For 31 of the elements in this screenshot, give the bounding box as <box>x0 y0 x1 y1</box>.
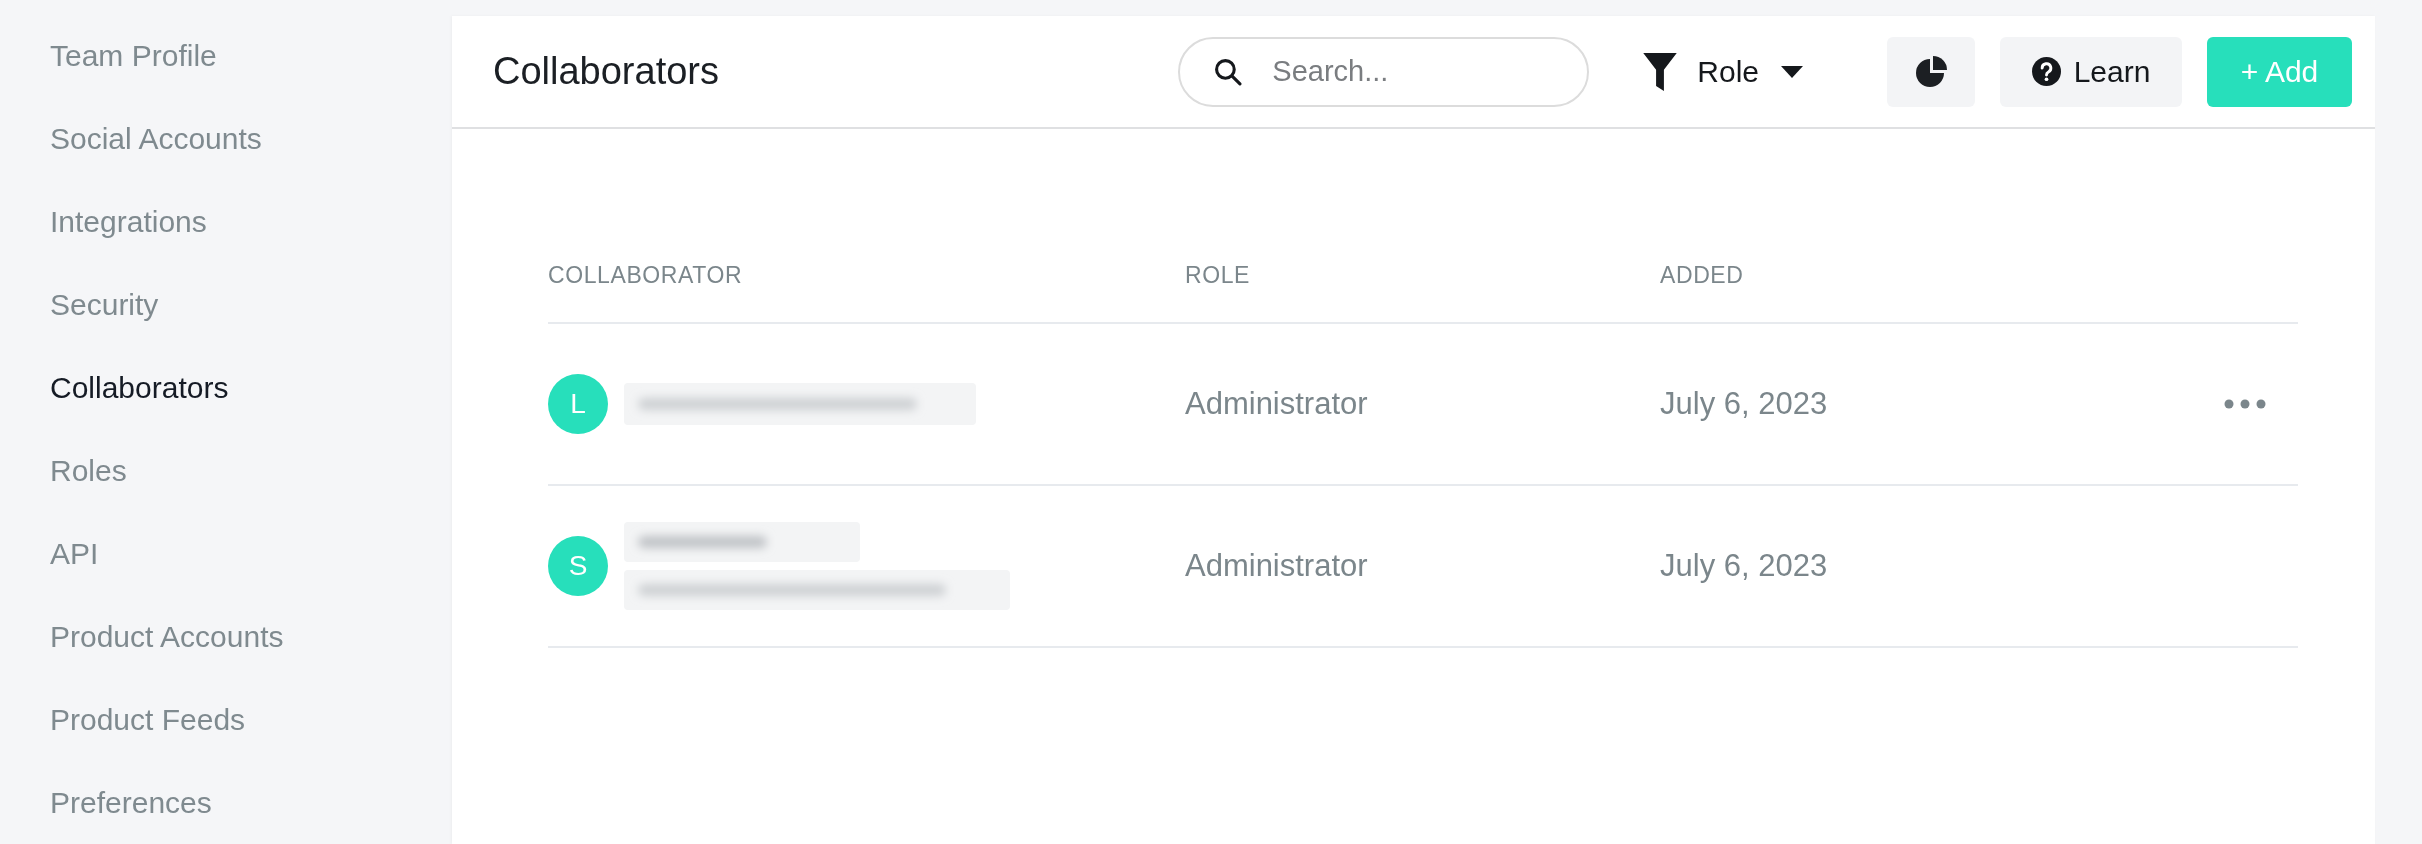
sidebar-item[interactable]: Roles <box>50 429 127 512</box>
page-title: Collaborators <box>493 50 720 93</box>
help-icon <box>2031 57 2061 86</box>
sidebar-item[interactable]: Collaborators <box>50 346 229 429</box>
date-cell: July 6, 2023 <box>1660 386 1828 422</box>
column-header: ROLE <box>1185 261 1251 290</box>
sidebar-item[interactable]: Integrations <box>50 180 207 263</box>
chart-button[interactable] <box>1887 36 1975 107</box>
column-header: ADDED <box>1660 261 1744 290</box>
sidebar-item[interactable]: Preferences <box>50 761 212 844</box>
more-icon[interactable] <box>2224 399 2266 409</box>
column-header: COLLABORATOR <box>548 261 743 290</box>
role-filter-dropdown[interactable]: Role <box>1643 52 1803 91</box>
date-cell: July 6, 2023 <box>1660 548 1828 584</box>
sidebar-item[interactable]: Product Feeds <box>50 678 246 761</box>
filter-icon <box>1643 52 1678 91</box>
avatar: L <box>548 374 608 434</box>
avatar: S <box>548 536 608 596</box>
role-cell: Administrator <box>1185 386 1368 422</box>
sidebar-item[interactable]: Team Profile <box>50 14 217 97</box>
add-button[interactable]: + Add <box>2207 36 2352 107</box>
search-field[interactable]: Search... <box>1178 36 1590 107</box>
sidebar-item[interactable]: API <box>50 512 99 595</box>
sidebar-item[interactable]: Security <box>50 263 159 346</box>
learn-button[interactable]: Learn <box>2000 36 2182 107</box>
search-icon <box>1214 57 1243 86</box>
sidebar-item[interactable]: Product Accounts <box>50 595 284 678</box>
pie-chart-icon <box>1915 55 1947 88</box>
role-cell: Administrator <box>1185 548 1368 584</box>
sidebar-item[interactable]: Social Accounts <box>50 97 262 180</box>
caret-icon <box>1781 65 1803 78</box>
